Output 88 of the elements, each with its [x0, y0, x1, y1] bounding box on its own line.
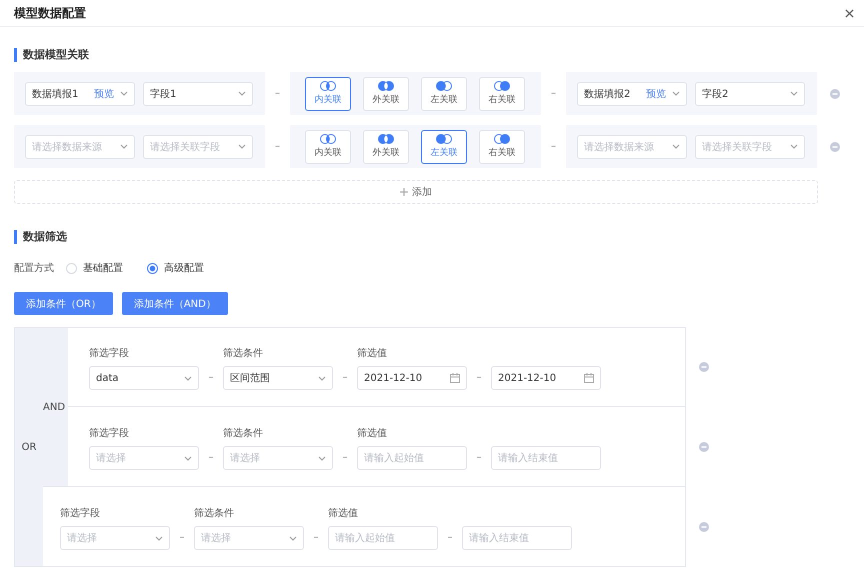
field-label: 筛选值 — [328, 506, 359, 518]
field-label: 筛选条件 — [223, 426, 264, 438]
caret-icon — [672, 91, 680, 96]
separator: – — [208, 371, 214, 385]
caret-icon — [155, 536, 163, 540]
remove-icon[interactable] — [699, 522, 709, 532]
join-button[interactable]: 右关联 — [479, 130, 525, 164]
caret-icon — [120, 144, 128, 149]
venn-icon — [436, 81, 452, 91]
join-button[interactable]: 内关联 — [305, 130, 351, 164]
radio-option[interactable]: 基础配置 — [66, 261, 123, 275]
date-field[interactable]: 2021-12-10 — [357, 366, 467, 390]
field-label: 筛选值 — [357, 426, 388, 438]
plus-icon — [400, 188, 408, 196]
dialog-title: 模型数据配置 — [14, 4, 86, 22]
input-field[interactable]: 请输入起始值 — [328, 526, 438, 550]
join-button[interactable]: 外关联 — [363, 76, 409, 110]
preview-link[interactable]: 预览 — [94, 86, 114, 100]
caret-icon — [672, 144, 680, 149]
and-label: AND — [43, 402, 66, 412]
caret-icon — [318, 456, 326, 460]
section-heading: 数据模型关联 — [14, 48, 864, 62]
caret-icon — [238, 91, 246, 96]
venn-icon — [436, 134, 452, 144]
join-button[interactable]: 左关联 — [421, 76, 467, 110]
select-field[interactable]: 字段2 — [695, 82, 805, 106]
caret-icon — [790, 144, 798, 149]
calendar-icon — [450, 373, 460, 383]
input-field[interactable]: 请输入起始值 — [357, 446, 467, 470]
separator: – — [446, 531, 454, 545]
calendar-icon — [584, 373, 594, 383]
caret-icon — [790, 91, 798, 96]
venn-icon — [320, 134, 336, 144]
select-field[interactable]: 数据填报2 预览 — [577, 82, 687, 106]
venn-icon — [378, 134, 394, 144]
separator: – — [208, 451, 214, 465]
add-button[interactable]: 添加 — [14, 180, 818, 204]
select-field[interactable]: 请选择数据来源 — [577, 134, 687, 158]
separator: – — [312, 531, 320, 545]
venn-icon — [320, 81, 336, 91]
select-field[interactable]: 请选择数据来源 — [25, 134, 135, 158]
select-field[interactable]: data — [89, 366, 199, 390]
preview-link[interactable]: 预览 — [646, 86, 666, 100]
add-condition-button[interactable]: 添加条件（OR） — [14, 292, 113, 315]
field-label: 筛选条件 — [194, 506, 235, 518]
field-label: 筛选字段 — [89, 426, 130, 438]
section-heading: 数据筛选 — [14, 230, 864, 244]
select-field[interactable]: 数据填报1 预览 — [25, 82, 135, 106]
input-field[interactable]: 请输入结束值 — [491, 446, 601, 470]
caret-icon — [318, 376, 326, 380]
venn-icon — [378, 81, 394, 91]
join-button[interactable]: 内关联 — [305, 76, 351, 110]
select-field[interactable]: 字段1 — [143, 82, 253, 106]
venn-icon — [494, 134, 510, 144]
separator: – — [342, 451, 348, 465]
radio-option[interactable]: 高级配置 — [147, 261, 204, 275]
caret-icon — [120, 91, 128, 96]
separator: – — [342, 371, 348, 385]
field-label: 筛选值 — [357, 346, 388, 358]
join-button[interactable]: 右关联 — [479, 76, 525, 110]
join-button[interactable]: 左关联 — [421, 130, 467, 164]
remove-icon[interactable] — [699, 442, 709, 452]
select-field[interactable]: 区间范围 — [223, 366, 333, 390]
close-icon[interactable] — [845, 8, 854, 18]
venn-icon — [494, 81, 510, 91]
or-label: OR — [22, 442, 36, 452]
separator: – — [274, 88, 281, 99]
remove-icon[interactable] — [830, 142, 840, 152]
date-field[interactable]: 2021-12-10 — [491, 366, 601, 390]
remove-icon[interactable] — [830, 88, 840, 98]
field-label: 配置方式 — [14, 262, 54, 275]
caret-icon — [238, 144, 246, 149]
field-label: 筛选字段 — [89, 346, 130, 358]
field-label: 筛选字段 — [60, 506, 101, 518]
caret-icon — [184, 456, 192, 460]
separator: – — [476, 371, 482, 385]
input-field[interactable]: 请输入结束值 — [462, 526, 572, 550]
separator: – — [550, 141, 557, 152]
separator: – — [178, 531, 186, 545]
separator: – — [274, 141, 281, 152]
separator: – — [476, 451, 482, 465]
join-button[interactable]: 外关联 — [363, 130, 409, 164]
remove-icon[interactable] — [699, 362, 709, 372]
caret-icon — [184, 376, 192, 380]
separator: – — [550, 88, 557, 99]
add-condition-button[interactable]: 添加条件（AND） — [122, 292, 228, 315]
field-label: 筛选条件 — [223, 346, 264, 358]
caret-icon — [289, 536, 297, 540]
